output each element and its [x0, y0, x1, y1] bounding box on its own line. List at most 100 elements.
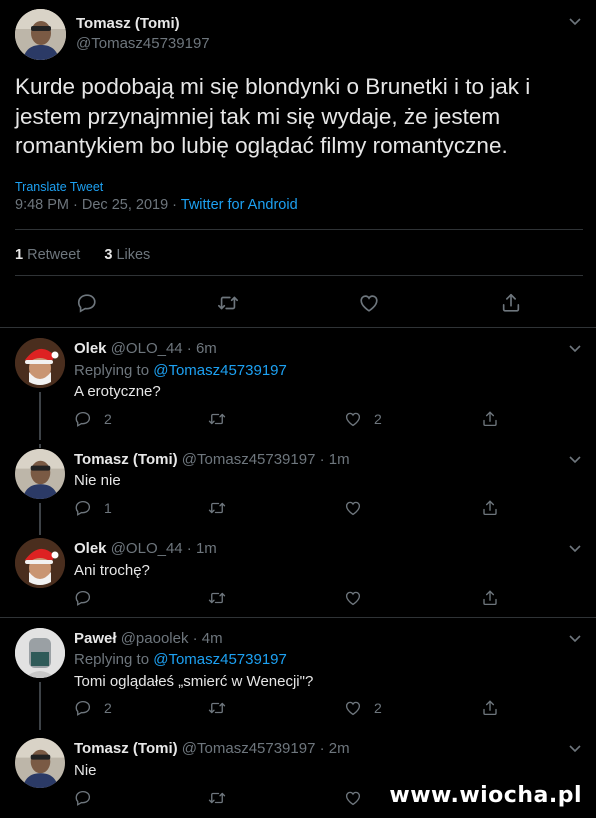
heart-icon: [358, 292, 380, 314]
divider: [0, 617, 596, 618]
reply-author-name: Tomasz (Tomi): [74, 451, 178, 468]
avatar[interactable]: [15, 449, 65, 499]
tweet-source-link[interactable]: Twitter for Android: [181, 197, 298, 213]
share-icon: [481, 410, 499, 428]
retweet-icon: [208, 789, 226, 807]
retweet-icon: [208, 410, 226, 428]
reply-button[interactable]: [76, 292, 98, 314]
share-icon: [481, 699, 499, 717]
share-icon: [500, 292, 522, 314]
tweet-text-line: jestem przynajmniej tak mi się wydaje, ż…: [15, 103, 501, 129]
thread-line: [39, 392, 41, 440]
likes-stat[interactable]: 3 Likes: [104, 247, 150, 263]
reply-author[interactable]: Tomasz (Tomi) @Tomasz45739197 · 2m: [74, 740, 350, 757]
tweet-text: Kurde podobają mi się blondynki o Brunet…: [15, 72, 585, 161]
avatar-photo: [15, 628, 65, 678]
reply-author-name: Olek: [74, 340, 107, 357]
retweet-button[interactable]: [217, 292, 239, 314]
like-button[interactable]: [344, 499, 362, 517]
like-button[interactable]: [358, 292, 380, 314]
avatar-photo: [15, 738, 65, 788]
translate-tweet-link[interactable]: Translate Tweet: [15, 180, 103, 194]
reply-icon: [74, 499, 92, 517]
retweets-label: Retweet: [27, 247, 81, 263]
share-button[interactable]: [481, 499, 499, 517]
share-button[interactable]: [481, 589, 499, 607]
reply-text: Ani trochę?: [74, 562, 150, 579]
replying-to: Replying to @Tomasz45739197: [74, 362, 287, 379]
reply-author-name: Olek: [74, 540, 107, 557]
avatar-photo: [15, 538, 65, 588]
reply-text: A erotyczne?: [74, 383, 161, 400]
reply-author[interactable]: Olek @OLO_44 · 1m: [74, 540, 217, 557]
replying-to-link[interactable]: @Tomasz45739197: [153, 362, 287, 379]
share-button[interactable]: [481, 699, 499, 717]
tweet-timestamp[interactable]: 9:48 PM · Dec 25, 2019 ·: [15, 197, 181, 213]
avatar[interactable]: [15, 9, 66, 60]
chevron-down-icon[interactable]: [569, 545, 581, 553]
reply-text: Tomi oglądałeś „smierć w Wenecji"?: [74, 673, 314, 690]
replying-prefix: Replying to: [74, 651, 154, 668]
retweet-button[interactable]: [208, 699, 226, 717]
tweet-stats: 1 Retweet 3 Likes: [15, 247, 150, 263]
retweet-icon: [208, 589, 226, 607]
author-name[interactable]: Tomasz (Tomi): [76, 15, 180, 32]
retweet-button[interactable]: [208, 589, 226, 607]
replying-to: Replying to @Tomasz45739197: [74, 651, 287, 668]
like-button[interactable]: [344, 789, 362, 807]
tweet-text-line: romantykiem bo lubię oglądać filmy roman…: [15, 133, 508, 158]
chevron-down-icon[interactable]: [569, 635, 581, 643]
share-icon: [481, 499, 499, 517]
share-button[interactable]: [500, 292, 522, 314]
chevron-down-icon[interactable]: [569, 456, 581, 464]
reply-button[interactable]: 1: [74, 499, 112, 517]
retweet-button[interactable]: [208, 410, 226, 428]
avatar[interactable]: [15, 338, 65, 388]
reply-author[interactable]: Paweł @paoolek · 4m: [74, 630, 223, 647]
reply-author[interactable]: Tomasz (Tomi) @Tomasz45739197 · 1m: [74, 451, 350, 468]
reply-author-meta: @OLO_44 · 6m: [110, 340, 217, 357]
reply-author-meta: @OLO_44 · 1m: [110, 540, 217, 557]
reply-author-name: Paweł: [74, 630, 117, 647]
divider: [0, 327, 596, 328]
reply-button[interactable]: [74, 589, 92, 607]
like-count: 2: [374, 411, 382, 427]
reply-count: 2: [104, 700, 112, 716]
share-button[interactable]: [481, 410, 499, 428]
retweets-stat[interactable]: 1 Retweet: [15, 247, 80, 263]
heart-icon: [344, 410, 362, 428]
reply-author-meta: @Tomasz45739197 · 2m: [181, 740, 350, 757]
retweet-button[interactable]: [208, 499, 226, 517]
avatar[interactable]: [15, 738, 65, 788]
reply-count: 1: [104, 500, 112, 516]
share-icon: [481, 589, 499, 607]
reply-text: Nie nie: [74, 472, 121, 489]
heart-icon: [344, 589, 362, 607]
avatar-photo: [15, 9, 66, 60]
divider: [15, 275, 583, 276]
chevron-down-icon[interactable]: [569, 345, 581, 353]
retweet-button[interactable]: [208, 789, 226, 807]
reply-button[interactable]: 2: [74, 410, 112, 428]
like-button[interactable]: 2: [344, 410, 382, 428]
retweets-count: 1: [15, 247, 24, 263]
reply-button[interactable]: [74, 789, 92, 807]
tweet-meta: 9:48 PM · Dec 25, 2019 · Twitter for And…: [15, 197, 298, 213]
like-button[interactable]: 2: [344, 699, 382, 717]
author-handle[interactable]: @Tomasz45739197: [76, 35, 210, 52]
avatar[interactable]: [15, 538, 65, 588]
reply-text: Nie: [74, 762, 97, 779]
avatar[interactable]: [15, 628, 65, 678]
like-button[interactable]: [344, 589, 362, 607]
retweet-icon: [217, 292, 239, 314]
reply-icon: [74, 789, 92, 807]
reply-icon: [76, 292, 98, 314]
chevron-down-icon[interactable]: [569, 18, 581, 26]
replying-to-link[interactable]: @Tomasz45739197: [153, 651, 287, 668]
thread-line: [39, 503, 41, 535]
reply-author[interactable]: Olek @OLO_44 · 6m: [74, 340, 217, 357]
chevron-down-icon[interactable]: [569, 745, 581, 753]
thread-line: [39, 444, 41, 448]
reply-button[interactable]: 2: [74, 699, 112, 717]
avatar-photo: [15, 338, 65, 388]
